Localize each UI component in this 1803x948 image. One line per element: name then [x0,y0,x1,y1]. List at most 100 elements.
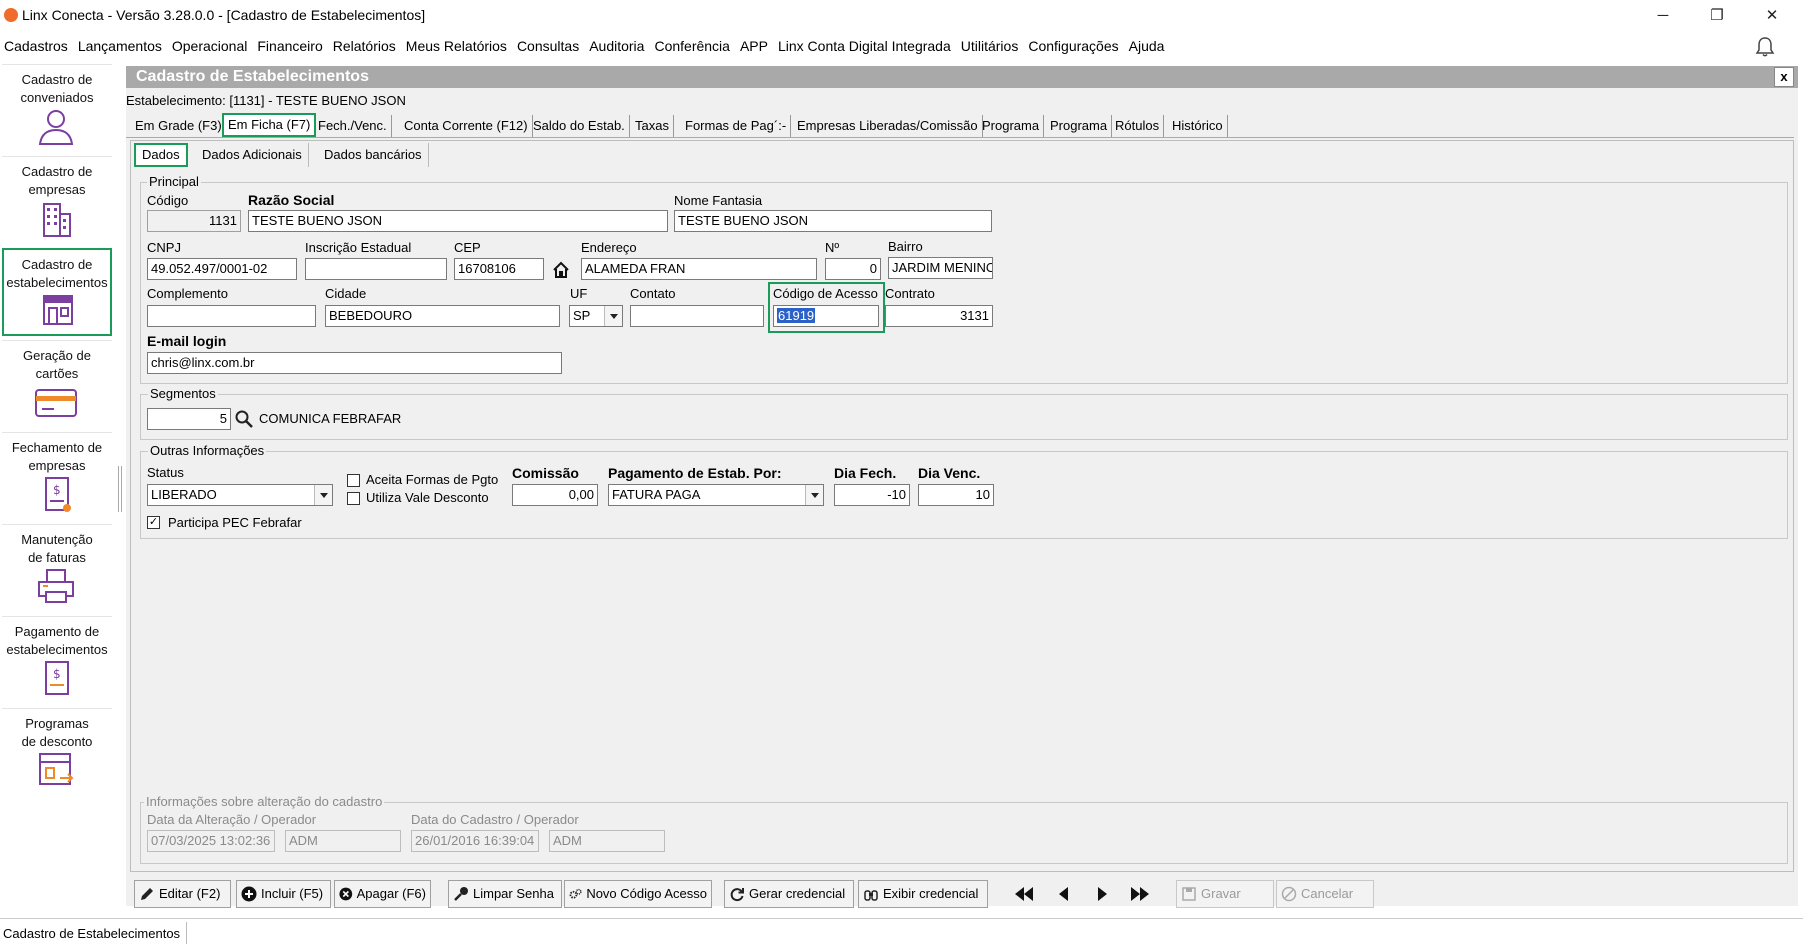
menu-configuracoes[interactable]: Configurações [1028,38,1123,54]
sidebar-item-programas-desconto[interactable]: Programas de desconto [2,708,112,796]
cidade-field[interactable]: BEBEDOURO [325,305,560,327]
chevron-down-icon[interactable] [314,485,332,505]
menu-operacional[interactable]: Operacional [172,38,253,54]
codigo-field[interactable]: 1131 [147,210,241,232]
form-close-button[interactable]: x [1774,67,1794,87]
tab-em-grade[interactable]: Em Grade (F3) [131,115,227,137]
status-select[interactable]: LIBERADO [147,484,333,506]
bell-icon[interactable] [1754,36,1776,58]
contato-field[interactable] [630,305,764,327]
razao-social-field[interactable]: TESTE BUENO JSON [248,210,668,232]
sidebar-item-geracao-cartoes[interactable]: Geração de cartões [2,340,112,428]
chevron-down-icon[interactable] [604,306,622,326]
tab-em-ficha[interactable]: Em Ficha (F7) [222,113,317,137]
menu-financeiro[interactable]: Financeiro [257,38,327,54]
first-record-icon[interactable] [1012,884,1036,904]
nome-fantasia-field[interactable]: TESTE BUENO JSON [674,210,992,232]
codigo-label: Código [147,193,189,208]
sidebar-splitter[interactable] [118,466,122,512]
endereco-label: Endereço [581,240,637,255]
novo-codigo-label: Novo Código Acesso [586,886,707,901]
sidebar-item-empresas[interactable]: Cadastro de empresas [2,156,112,244]
tab-historico[interactable]: Histórico [1168,115,1228,137]
numero-field[interactable]: 0 [825,258,881,280]
subtab-dados[interactable]: Dados [134,143,188,167]
tab-programa-2[interactable]: Programa [1046,115,1113,137]
complemento-field[interactable] [147,305,316,327]
cnpj-field[interactable]: 49.052.497/0001-02 [147,258,297,280]
menu-auditoria[interactable]: Auditoria [589,38,649,54]
data-cadastro-label: Data do Cadastro / Operador [411,812,579,827]
incluir-button[interactable]: Incluir (F5) [236,880,331,908]
tab-conta-corrente[interactable]: Conta Corrente (F12) [400,115,533,137]
gravar-button[interactable]: Gravar [1176,880,1274,908]
sidebar-item-label: cartões [35,366,79,381]
previous-record-icon[interactable] [1052,884,1076,904]
segmento-field[interactable]: 5 [147,408,231,430]
gerar-credencial-label: Gerar credencial [749,886,846,901]
endereco-field[interactable]: ALAMEDA FRAN [581,258,817,280]
tab-rotulos[interactable]: Rótulos [1111,115,1165,137]
sidebar-item-fechamento[interactable]: Fechamento de empresas $ [2,432,112,520]
menu-conferencia[interactable]: Conferência [654,38,735,54]
tab-formas-pag[interactable]: Formas de Pag´:- [681,115,792,137]
menu-utilitarios[interactable]: Utilitários [961,38,1024,54]
tab-empresas-liberadas[interactable]: Empresas Liberadas/Comissão [793,115,983,137]
sidebar-item-label: Fechamento de [11,440,103,455]
uf-select[interactable]: SP [569,305,623,327]
chevron-down-icon[interactable] [805,485,823,505]
next-record-icon[interactable] [1090,884,1114,904]
exibir-credencial-button[interactable]: Exibir credencial [858,880,988,908]
vale-desconto-checkbox[interactable] [347,492,360,505]
home-icon[interactable] [552,261,570,279]
tab-saldo-estab[interactable]: Saldo do Estab. [529,115,630,137]
pencil-icon [141,888,153,900]
sidebar-item-conveniados[interactable]: Cadastro de conveniados [2,64,112,152]
cancelar-button[interactable]: Cancelar [1276,880,1374,908]
email-login-field[interactable]: chris@linx.com.br [147,352,562,374]
subtab-dados-bancarios[interactable]: Dados bancários [318,143,429,167]
dia-venc-field[interactable]: 10 [918,484,994,506]
minimize-button[interactable]: ─ [1636,0,1690,30]
menu-meus-relatorios[interactable]: Meus Relatórios [406,38,512,54]
codigo-acesso-field[interactable]: 61919 [773,305,879,327]
menu-ajuda[interactable]: Ajuda [1129,38,1170,54]
editar-button[interactable]: Editar (F2) [134,880,231,908]
novo-codigo-acesso-button[interactable]: Novo Código Acesso [564,880,712,908]
menu-linx-conta-digital[interactable]: Linx Conta Digital Integrada [778,38,956,54]
inscricao-estadual-field[interactable] [305,258,447,280]
pagamento-select[interactable]: FATURA PAGA [608,484,824,506]
contrato-field[interactable]: 3131 [885,305,993,327]
pec-febrafar-checkbox[interactable]: ✓ [147,516,160,529]
menu-cadastros[interactable]: Cadastros [4,38,73,54]
dia-fech-field[interactable]: -10 [834,484,910,506]
subtab-dados-adicionais[interactable]: Dados Adicionais [196,143,309,167]
cep-field[interactable]: 16708106 [454,258,544,280]
discount-icon [39,753,74,785]
menu-app[interactable]: APP [740,38,773,54]
limpar-senha-label: Limpar Senha [473,886,554,901]
sidebar-item-pagamento[interactable]: Pagamento de estabelecimentos $ [2,616,112,704]
tab-taxas[interactable]: Taxas [631,115,674,137]
menu-consultas[interactable]: Consultas [517,38,584,54]
menu-bar: Cadastros Lançamentos Operacional Financ… [0,32,1174,60]
aceita-formas-checkbox[interactable] [347,474,360,487]
comissao-field[interactable]: 0,00 [512,484,598,506]
restore-button[interactable]: ❐ [1690,0,1744,30]
sidebar-item-manutencao-faturas[interactable]: Manutenção de faturas [2,524,112,612]
apagar-button[interactable]: Apagar (F6) [334,880,431,908]
search-icon[interactable] [234,409,254,429]
dia-venc-label: Dia Venc. [918,465,981,481]
bairro-field[interactable]: JARDIM MENINO [888,257,993,279]
tab-programa-1[interactable]: Programa [978,115,1045,137]
sidebar-item-estabelecimentos[interactable]: Cadastro de estabelecimentos [2,248,112,336]
menu-relatorios[interactable]: Relatórios [333,38,401,54]
limpar-senha-button[interactable]: Limpar Senha [448,880,562,908]
tab-fech-venc[interactable]: Fech./Venc. [314,115,392,137]
close-window-button[interactable]: ✕ [1745,0,1799,30]
menu-lancamentos[interactable]: Lançamentos [78,38,167,54]
last-record-icon[interactable] [1128,884,1152,904]
pagamento-value: FATURA PAGA [612,487,701,502]
gerar-credencial-button[interactable]: Gerar credencial [724,880,854,908]
person-icon [38,110,74,145]
